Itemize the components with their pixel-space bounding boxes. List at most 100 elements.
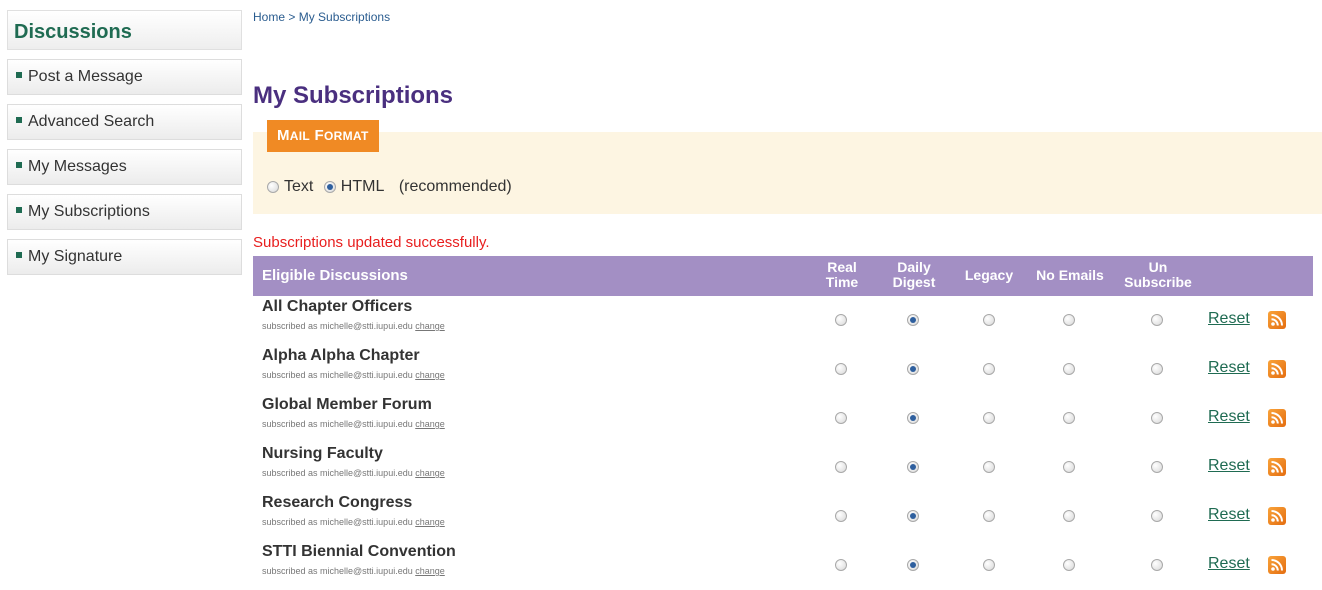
reset-link[interactable]: Reset (1208, 310, 1250, 328)
legacy-radio[interactable] (983, 412, 995, 424)
bullet-square-icon (16, 206, 22, 213)
change-link[interactable]: change (415, 321, 445, 331)
change-link[interactable]: change (415, 419, 445, 429)
unsubscribe-radio[interactable] (1151, 314, 1163, 326)
daily-digest-radio[interactable] (907, 559, 919, 571)
rss-icon[interactable] (1268, 360, 1286, 378)
format-text-label: Text (284, 178, 314, 195)
bullet-square-icon (16, 71, 22, 78)
header-daily-digest-line1: Daily (897, 259, 931, 275)
table-row: All Chapter Officers subscribed as miche… (253, 296, 1313, 345)
sidebar-item-my-subscriptions[interactable]: My Subscriptions (7, 194, 242, 230)
change-link[interactable]: change (415, 370, 445, 380)
header-unsubscribe-line1: Un (1148, 259, 1168, 275)
discussion-name: Research Congress (262, 494, 413, 511)
breadcrumb: Home > My Subscriptions (253, 10, 390, 24)
sidebar: Discussions Post a Message Advanced Sear… (7, 10, 242, 275)
reset-link[interactable]: Reset (1208, 506, 1250, 524)
unsubscribe-radio[interactable] (1151, 510, 1163, 522)
rss-icon[interactable] (1268, 458, 1286, 476)
table-row: Research Congress subscribed as michelle… (253, 492, 1313, 541)
change-link[interactable]: change (415, 517, 445, 527)
no-emails-radio[interactable] (1063, 461, 1075, 473)
sidebar-item-post-a-message[interactable]: Post a Message (7, 59, 242, 95)
table-row: STTI Biennial Convention subscribed as m… (253, 541, 1313, 590)
subscribed-as-text: subscribed as michelle@stti.iupui.edu ch… (262, 419, 445, 429)
no-emails-radio[interactable] (1063, 314, 1075, 326)
daily-digest-radio[interactable] (907, 510, 919, 522)
sidebar-item-label: My Signature (28, 248, 123, 265)
change-link[interactable]: change (415, 468, 445, 478)
real-time-radio[interactable] (835, 314, 847, 326)
page-title: My Subscriptions (253, 82, 454, 109)
legacy-radio[interactable] (983, 363, 995, 375)
sidebar-item-label: My Messages (28, 158, 127, 175)
subscribed-as-label: subscribed as michelle@stti.iupui.edu (262, 419, 413, 429)
unsubscribe-radio[interactable] (1151, 363, 1163, 375)
sidebar-item-label: Advanced Search (28, 113, 155, 130)
real-time-radio[interactable] (835, 363, 847, 375)
no-emails-radio[interactable] (1063, 510, 1075, 522)
daily-digest-radio[interactable] (907, 314, 919, 326)
breadcrumb-current-link[interactable]: My Subscriptions (299, 10, 390, 24)
header-no-emails: No Emails (1036, 267, 1104, 283)
table-row: Nursing Faculty subscribed as michelle@s… (253, 443, 1313, 492)
sidebar-item-advanced-search[interactable]: Advanced Search (7, 104, 242, 140)
sidebar-item-my-signature[interactable]: My Signature (7, 239, 242, 275)
legacy-radio[interactable] (983, 559, 995, 571)
no-emails-radio[interactable] (1063, 559, 1075, 571)
format-text-radio[interactable] (267, 181, 279, 193)
header-real-time: Real Time (818, 260, 866, 290)
subscribed-as-text: subscribed as michelle@stti.iupui.edu ch… (262, 566, 445, 576)
real-time-radio[interactable] (835, 559, 847, 571)
rss-icon[interactable] (1268, 311, 1286, 329)
discussion-name: STTI Biennial Convention (262, 543, 456, 560)
subscribed-as-label: subscribed as michelle@stti.iupui.edu (262, 468, 413, 478)
real-time-radio[interactable] (835, 510, 847, 522)
subscribed-as-text: subscribed as michelle@stti.iupui.edu ch… (262, 517, 445, 527)
daily-digest-radio[interactable] (907, 363, 919, 375)
sidebar-item-my-messages[interactable]: My Messages (7, 149, 242, 185)
format-html-label: HTML (340, 178, 385, 195)
format-html-radio[interactable] (323, 181, 336, 193)
bullet-square-icon (16, 116, 22, 123)
legacy-radio[interactable] (983, 314, 995, 326)
no-emails-radio[interactable] (1063, 363, 1075, 375)
breadcrumb-separator: > (285, 10, 299, 24)
format-note: (recommended) (398, 178, 512, 195)
table-header: Eligible Discussions Real Time Daily Diges… (253, 256, 1313, 296)
header-unsubscribe-line2: Subscribe (1124, 274, 1192, 290)
rss-icon[interactable] (1268, 409, 1286, 427)
table-row: Alpha Alpha Chapter subscribed as michel… (253, 345, 1313, 394)
unsubscribe-radio[interactable] (1151, 461, 1163, 473)
table-row: Global Member Forum subscribed as michel… (253, 394, 1313, 443)
breadcrumb-home-link[interactable]: Home (253, 10, 285, 24)
reset-link[interactable]: Reset (1208, 359, 1250, 377)
unsubscribe-radio[interactable] (1151, 559, 1163, 571)
status-message: Subscriptions updated successfully. (253, 234, 490, 251)
daily-digest-radio[interactable] (907, 461, 919, 473)
legacy-radio[interactable] (983, 510, 995, 522)
reset-link[interactable]: Reset (1208, 457, 1250, 475)
mail-format-tab-rest: AIL (289, 129, 311, 143)
discussion-name: All Chapter Officers (262, 298, 413, 315)
subscriptions-table: Eligible Discussions Real Time Daily Diges… (253, 256, 1313, 590)
subscribed-as-text: subscribed as michelle@stti.iupui.edu ch… (262, 468, 445, 478)
rss-icon[interactable] (1268, 556, 1286, 574)
legacy-radio[interactable] (983, 461, 995, 473)
change-link[interactable]: change (415, 566, 445, 576)
discussion-name: Alpha Alpha Chapter (262, 347, 420, 364)
header-eligible-discussions: Eligible Discussions (262, 267, 408, 284)
rss-icon[interactable] (1268, 507, 1286, 525)
subscribed-as-label: subscribed as michelle@stti.iupui.edu (262, 370, 413, 380)
daily-digest-radio[interactable] (907, 412, 919, 424)
reset-link[interactable]: Reset (1208, 555, 1250, 573)
header-daily-digest: Daily Digest (885, 260, 943, 290)
real-time-radio[interactable] (835, 412, 847, 424)
reset-link[interactable]: Reset (1208, 408, 1250, 426)
no-emails-radio[interactable] (1063, 412, 1075, 424)
sidebar-item-label: My Subscriptions (28, 203, 150, 220)
header-unsubscribe: Un Subscribe (1115, 260, 1201, 290)
unsubscribe-radio[interactable] (1151, 412, 1163, 424)
real-time-radio[interactable] (835, 461, 847, 473)
